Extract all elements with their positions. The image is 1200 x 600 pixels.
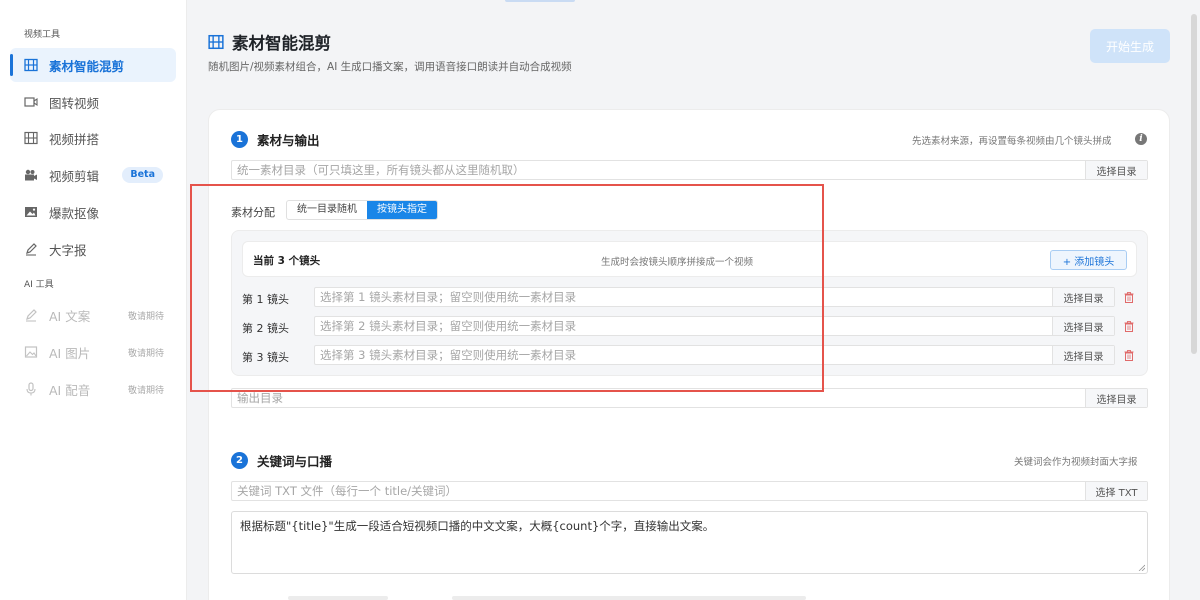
image-icon	[24, 205, 38, 219]
page-title-text: 素材智能混剪	[232, 34, 331, 53]
sidebar-item-label: AI 配音	[49, 382, 91, 398]
allocation-option-per-shot[interactable]: 按镜头指定	[367, 201, 437, 219]
sidebar-section-ai: AI 工具	[24, 280, 54, 290]
allocation-option-unified[interactable]: 统一目录随机	[287, 201, 367, 219]
page-scrollbar[interactable]	[1191, 14, 1197, 354]
sidebar-item-label: 视频拼搭	[49, 131, 100, 147]
shot-count: 当前 3 个镜头	[253, 255, 321, 267]
coming-soon-tag: 敬请期待	[127, 311, 164, 322]
step-number: 1	[231, 131, 248, 148]
sidebar-item-video-edit[interactable]: 视频剪辑 Beta	[10, 158, 176, 192]
sidebar-item-video-stitch[interactable]: 视频拼搭	[10, 121, 176, 155]
pen-icon	[24, 242, 38, 256]
film-grid-icon	[24, 58, 38, 72]
section-2-title: 关键词与口播	[257, 454, 333, 469]
keyword-file-field[interactable]: 关键词 TXT 文件（每行一个 title/关键词） 选择 TXT	[231, 481, 1148, 501]
shot-3-dir-field[interactable]: 选择第 3 镜头素材目录；留空则使用统一素材目录 选择目录	[314, 345, 1115, 365]
shot-1-label: 第 1 镜头	[242, 293, 289, 306]
shot-3-dir-input[interactable]: 选择第 3 镜头素材目录；留空则使用统一素材目录	[315, 346, 1052, 364]
trash-icon[interactable]	[1124, 350, 1134, 361]
section-2-hint: 关键词会作为视频封面大字报	[1014, 457, 1138, 468]
sidebar-item-label: 大字报	[49, 242, 87, 258]
output-dir-field[interactable]: 输出目录 选择目录	[231, 388, 1148, 408]
sidebar-item-big-poster[interactable]: 大字报	[10, 232, 176, 266]
allocation-toggle[interactable]: 统一目录随机 按镜头指定	[286, 200, 438, 220]
trash-icon[interactable]	[1124, 321, 1134, 332]
step-number: 2	[231, 452, 248, 469]
prompt-textarea[interactable]: 根据标题"{title}"生成一段适合短视频口播的中文文案，大概{count}个…	[231, 511, 1148, 574]
sidebar-item-image-to-video[interactable]: 图转视频	[10, 85, 176, 119]
allocation-label: 素材分配	[231, 206, 275, 219]
sidebar-item-cutout[interactable]: 爆款抠像	[10, 195, 176, 229]
output-dir-input[interactable]: 输出目录	[232, 389, 1085, 407]
page-subtitle: 随机图片/视频素材组合，AI 生成口播文案，调用语音接口朗读并自动合成视频	[208, 61, 572, 73]
unified-dir-input[interactable]: 统一素材目录（可只填这里，所有镜头都从这里随机取）	[232, 161, 1085, 179]
top-accent-bar	[505, 0, 575, 2]
keyword-file-input[interactable]: 关键词 TXT 文件（每行一个 title/关键词）	[232, 482, 1085, 500]
output-select-dir-button[interactable]: 选择目录	[1085, 389, 1147, 407]
shot-2-select-dir-button[interactable]: 选择目录	[1052, 317, 1114, 335]
beta-badge: Beta	[122, 167, 163, 183]
shot-2-label: 第 2 镜头	[242, 322, 289, 335]
sidebar-item-label: 素材智能混剪	[49, 58, 125, 74]
shot-1-dir-input[interactable]: 选择第 1 镜头素材目录；留空则使用统一素材目录	[315, 288, 1052, 306]
shot-hint: 生成时会按镜头顺序拼接成一个视频	[601, 257, 754, 268]
page-title: 素材智能混剪	[208, 30, 331, 54]
trash-icon[interactable]	[1124, 292, 1134, 303]
video-camera-icon	[24, 95, 38, 109]
cutoff-control	[288, 596, 388, 600]
section-1-heading: 1 素材与输出	[231, 130, 320, 149]
movie-camera-icon	[24, 168, 38, 182]
sidebar: 视频工具 素材智能混剪 图转视频 视频拼搭 视频剪辑 Beta 爆款抠像 大字报…	[0, 0, 187, 600]
cutoff-control	[452, 596, 806, 600]
section-2-heading: 2 关键词与口播	[231, 451, 332, 470]
shot-3-label: 第 3 镜头	[242, 351, 289, 364]
coming-soon-tag: 敬请期待	[127, 348, 164, 359]
shot-2-dir-input[interactable]: 选择第 2 镜头素材目录；留空则使用统一素材目录	[315, 317, 1052, 335]
sidebar-item-label: AI 文案	[49, 308, 91, 324]
picture-icon	[24, 345, 38, 359]
sidebar-item-label: 爆款抠像	[49, 205, 100, 221]
sidebar-item-label: AI 图片	[49, 345, 91, 361]
sidebar-item-ai-image[interactable]: AI 图片 敬请期待	[10, 335, 176, 369]
sidebar-item-material-mix[interactable]: 素材智能混剪	[10, 48, 176, 82]
sidebar-item-label: 图转视频	[49, 95, 100, 111]
add-shot-button[interactable]: + 添加镜头	[1050, 250, 1127, 270]
section-1-hint: 先选素材来源，再设置每条视频由几个镜头拼成	[912, 136, 1112, 147]
film-grid-icon	[24, 131, 38, 145]
coming-soon-tag: 敬请期待	[127, 385, 164, 396]
shot-2-dir-field[interactable]: 选择第 2 镜头素材目录；留空则使用统一素材目录 选择目录	[314, 316, 1115, 336]
info-icon[interactable]: i	[1135, 133, 1147, 145]
sidebar-item-ai-copy[interactable]: AI 文案 敬请期待	[10, 298, 176, 332]
resize-grip-icon[interactable]	[1138, 564, 1145, 571]
section-1-title: 素材与输出	[257, 133, 320, 148]
sidebar-item-label: 视频剪辑	[49, 168, 100, 184]
microphone-icon	[24, 382, 38, 396]
shot-3-select-dir-button[interactable]: 选择目录	[1052, 346, 1114, 364]
unified-dir-field[interactable]: 统一素材目录（可只填这里，所有镜头都从这里随机取） 选择目录	[231, 160, 1148, 180]
film-grid-icon	[208, 34, 224, 50]
pen-icon	[24, 308, 38, 322]
shot-1-dir-field[interactable]: 选择第 1 镜头素材目录；留空则使用统一素材目录 选择目录	[314, 287, 1115, 307]
shot-1-select-dir-button[interactable]: 选择目录	[1052, 288, 1114, 306]
select-dir-button[interactable]: 选择目录	[1085, 161, 1147, 179]
select-txt-button[interactable]: 选择 TXT	[1085, 482, 1147, 500]
sidebar-section-video: 视频工具	[24, 30, 61, 40]
start-generate-button[interactable]: 开始生成	[1090, 29, 1170, 63]
prompt-text: 根据标题"{title}"生成一段适合短视频口播的中文文案，大概{count}个…	[240, 519, 715, 533]
sidebar-item-ai-voice[interactable]: AI 配音 敬请期待	[10, 372, 176, 406]
